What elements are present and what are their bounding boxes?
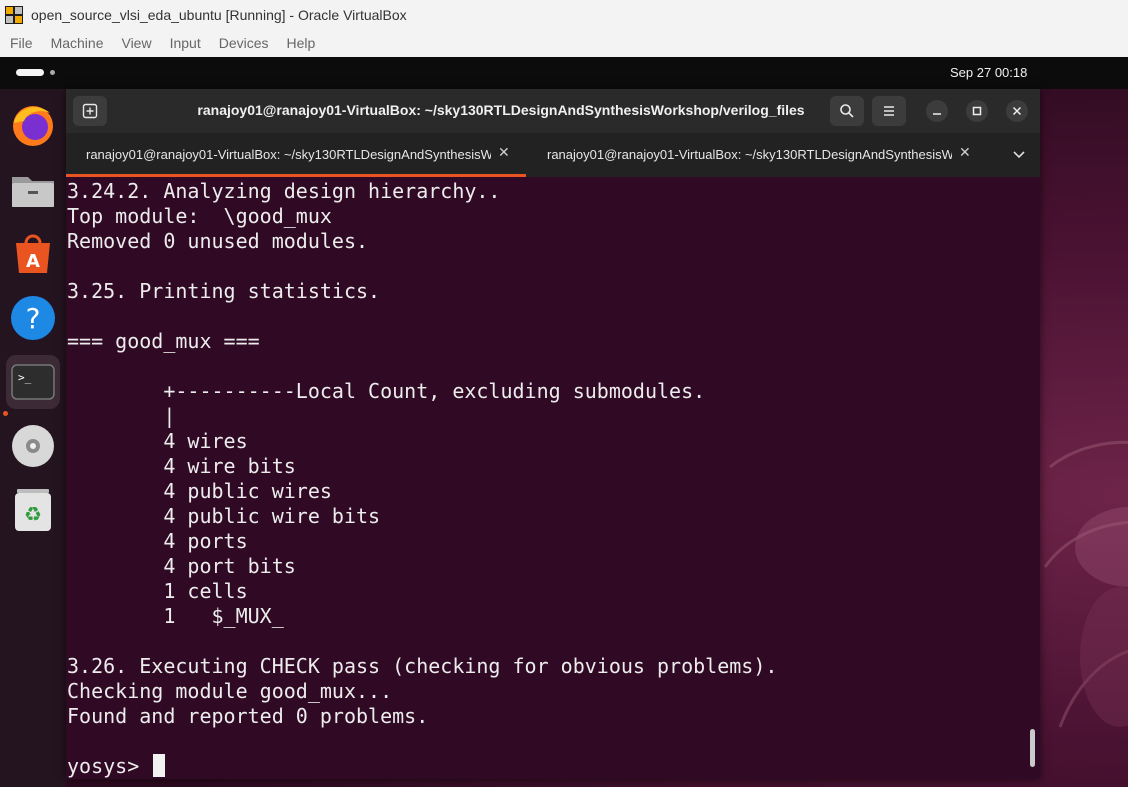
maximize-icon [972, 106, 982, 116]
terminal-line: 3.24.2. Analyzing design hierarchy.. [67, 179, 501, 203]
terminal-line: | [67, 404, 176, 428]
close-icon [1012, 106, 1022, 116]
terminal-line: === good_mux === [67, 329, 260, 353]
menu-view[interactable]: View [121, 35, 151, 51]
terminal-output[interactable]: 3.24.2. Analyzing design hierarchy.. Top… [66, 177, 1040, 779]
menu-help[interactable]: Help [287, 35, 316, 51]
terminal-line: 1 $_MUX_ [67, 604, 284, 628]
terminal-line: Found and reported 0 problems. [67, 704, 429, 728]
firefox-icon[interactable] [6, 99, 60, 153]
svg-text:♻: ♻ [24, 502, 42, 526]
yosys-prompt: yosys> [67, 754, 152, 778]
vbox-title-bar: open_source_vlsi_eda_ubuntu [Running] - … [0, 0, 1128, 29]
terminal-line: 4 port bits [67, 554, 296, 578]
menu-machine[interactable]: Machine [51, 35, 104, 51]
terminal-line: Checking module good_mux... [67, 679, 393, 703]
terminal-line: 4 public wires [67, 479, 332, 503]
svg-text:A: A [26, 251, 40, 272]
optical-disc-icon[interactable] [6, 419, 60, 473]
text-cursor [153, 754, 166, 777]
tab-2[interactable]: ranajoy01@ranajoy01-VirtualBox: ~/sky130… [527, 133, 987, 177]
tab-label: ranajoy01@ranajoy01-VirtualBox: ~/sky130… [547, 147, 952, 162]
terminal-line: 3.26. Executing CHECK pass (checking for… [67, 654, 778, 678]
terminal-icon[interactable]: >_ [6, 355, 60, 409]
activities-button[interactable] [16, 69, 55, 76]
wallpaper-art [1043, 440, 1128, 728]
tab-list-dropdown[interactable] [1006, 145, 1032, 165]
close-button[interactable] [1006, 100, 1028, 122]
dock: A ? >_ ♻ [0, 89, 66, 787]
menu-file[interactable]: File [10, 35, 33, 51]
terminal-window[interactable]: ranajoy01@ranajoy01-VirtualBox: ~/sky130… [66, 89, 1040, 779]
terminal-line: Top module: \good_mux [67, 204, 332, 228]
tab-bar: ranajoy01@ranajoy01-VirtualBox: ~/sky130… [66, 133, 1040, 177]
scrollbar-thumb[interactable] [1030, 729, 1035, 767]
terminal-line: 1 cells [67, 579, 248, 603]
new-tab-icon [82, 103, 98, 119]
files-icon[interactable] [6, 163, 60, 217]
workspace-indicator-active [16, 69, 44, 76]
terminal-title: ranajoy01@ranajoy01-VirtualBox: ~/sky130… [197, 102, 805, 118]
hamburger-menu-icon [884, 106, 894, 116]
terminal-line: 3.25. Printing statistics. [67, 279, 381, 303]
tab-close-icon[interactable]: ✕ [498, 145, 510, 161]
menu-button[interactable] [872, 96, 906, 126]
new-tab-button[interactable] [73, 96, 107, 126]
menu-input[interactable]: Input [170, 35, 201, 51]
terminal-line: 4 ports [67, 529, 248, 553]
clock[interactable]: Sep 27 00:18 [950, 65, 1027, 80]
chevron-down-icon [1013, 151, 1025, 159]
workspace-indicator-dot [50, 70, 55, 75]
terminal-line: +----------Local Count, excluding submod… [67, 379, 706, 403]
svg-text:?: ? [26, 302, 41, 335]
terminal-header-bar[interactable]: ranajoy01@ranajoy01-VirtualBox: ~/sky130… [66, 89, 1040, 133]
terminal-line: 4 wires [67, 429, 248, 453]
tab-1[interactable]: ranajoy01@ranajoy01-VirtualBox: ~/sky130… [66, 133, 526, 177]
search-icon [840, 104, 854, 118]
help-icon[interactable]: ? [6, 291, 60, 345]
app-center-icon[interactable]: A [6, 227, 60, 281]
terminal-line: Removed 0 unused modules. [67, 229, 369, 253]
search-button[interactable] [830, 96, 864, 126]
tab-label: ranajoy01@ranajoy01-VirtualBox: ~/sky130… [86, 147, 491, 162]
guest-desktop: Sep 27 00:18 A ? >_ ♻ ranajoy01@ranajoy0… [0, 57, 1128, 787]
virtualbox-app-icon [5, 5, 23, 24]
gnome-top-bar: Sep 27 00:18 [0, 57, 1128, 89]
terminal-line: 4 wire bits [67, 454, 296, 478]
terminal-prompt-line[interactable]: yosys> [67, 754, 166, 779]
vbox-menu-bar: File Machine View Input Devices Help [0, 29, 1128, 58]
vbox-window-title: open_source_vlsi_eda_ubuntu [Running] - … [31, 6, 407, 23]
maximize-button[interactable] [966, 100, 988, 122]
tab-close-icon[interactable]: ✕ [959, 145, 971, 161]
minimize-button[interactable] [926, 100, 948, 122]
terminal-running-indicator [3, 411, 8, 416]
terminal-line: 4 public wire bits [67, 504, 381, 528]
trash-icon[interactable]: ♻ [6, 483, 60, 537]
minimize-icon [933, 113, 941, 115]
menu-devices[interactable]: Devices [219, 35, 269, 51]
svg-text:>_: >_ [18, 371, 32, 384]
